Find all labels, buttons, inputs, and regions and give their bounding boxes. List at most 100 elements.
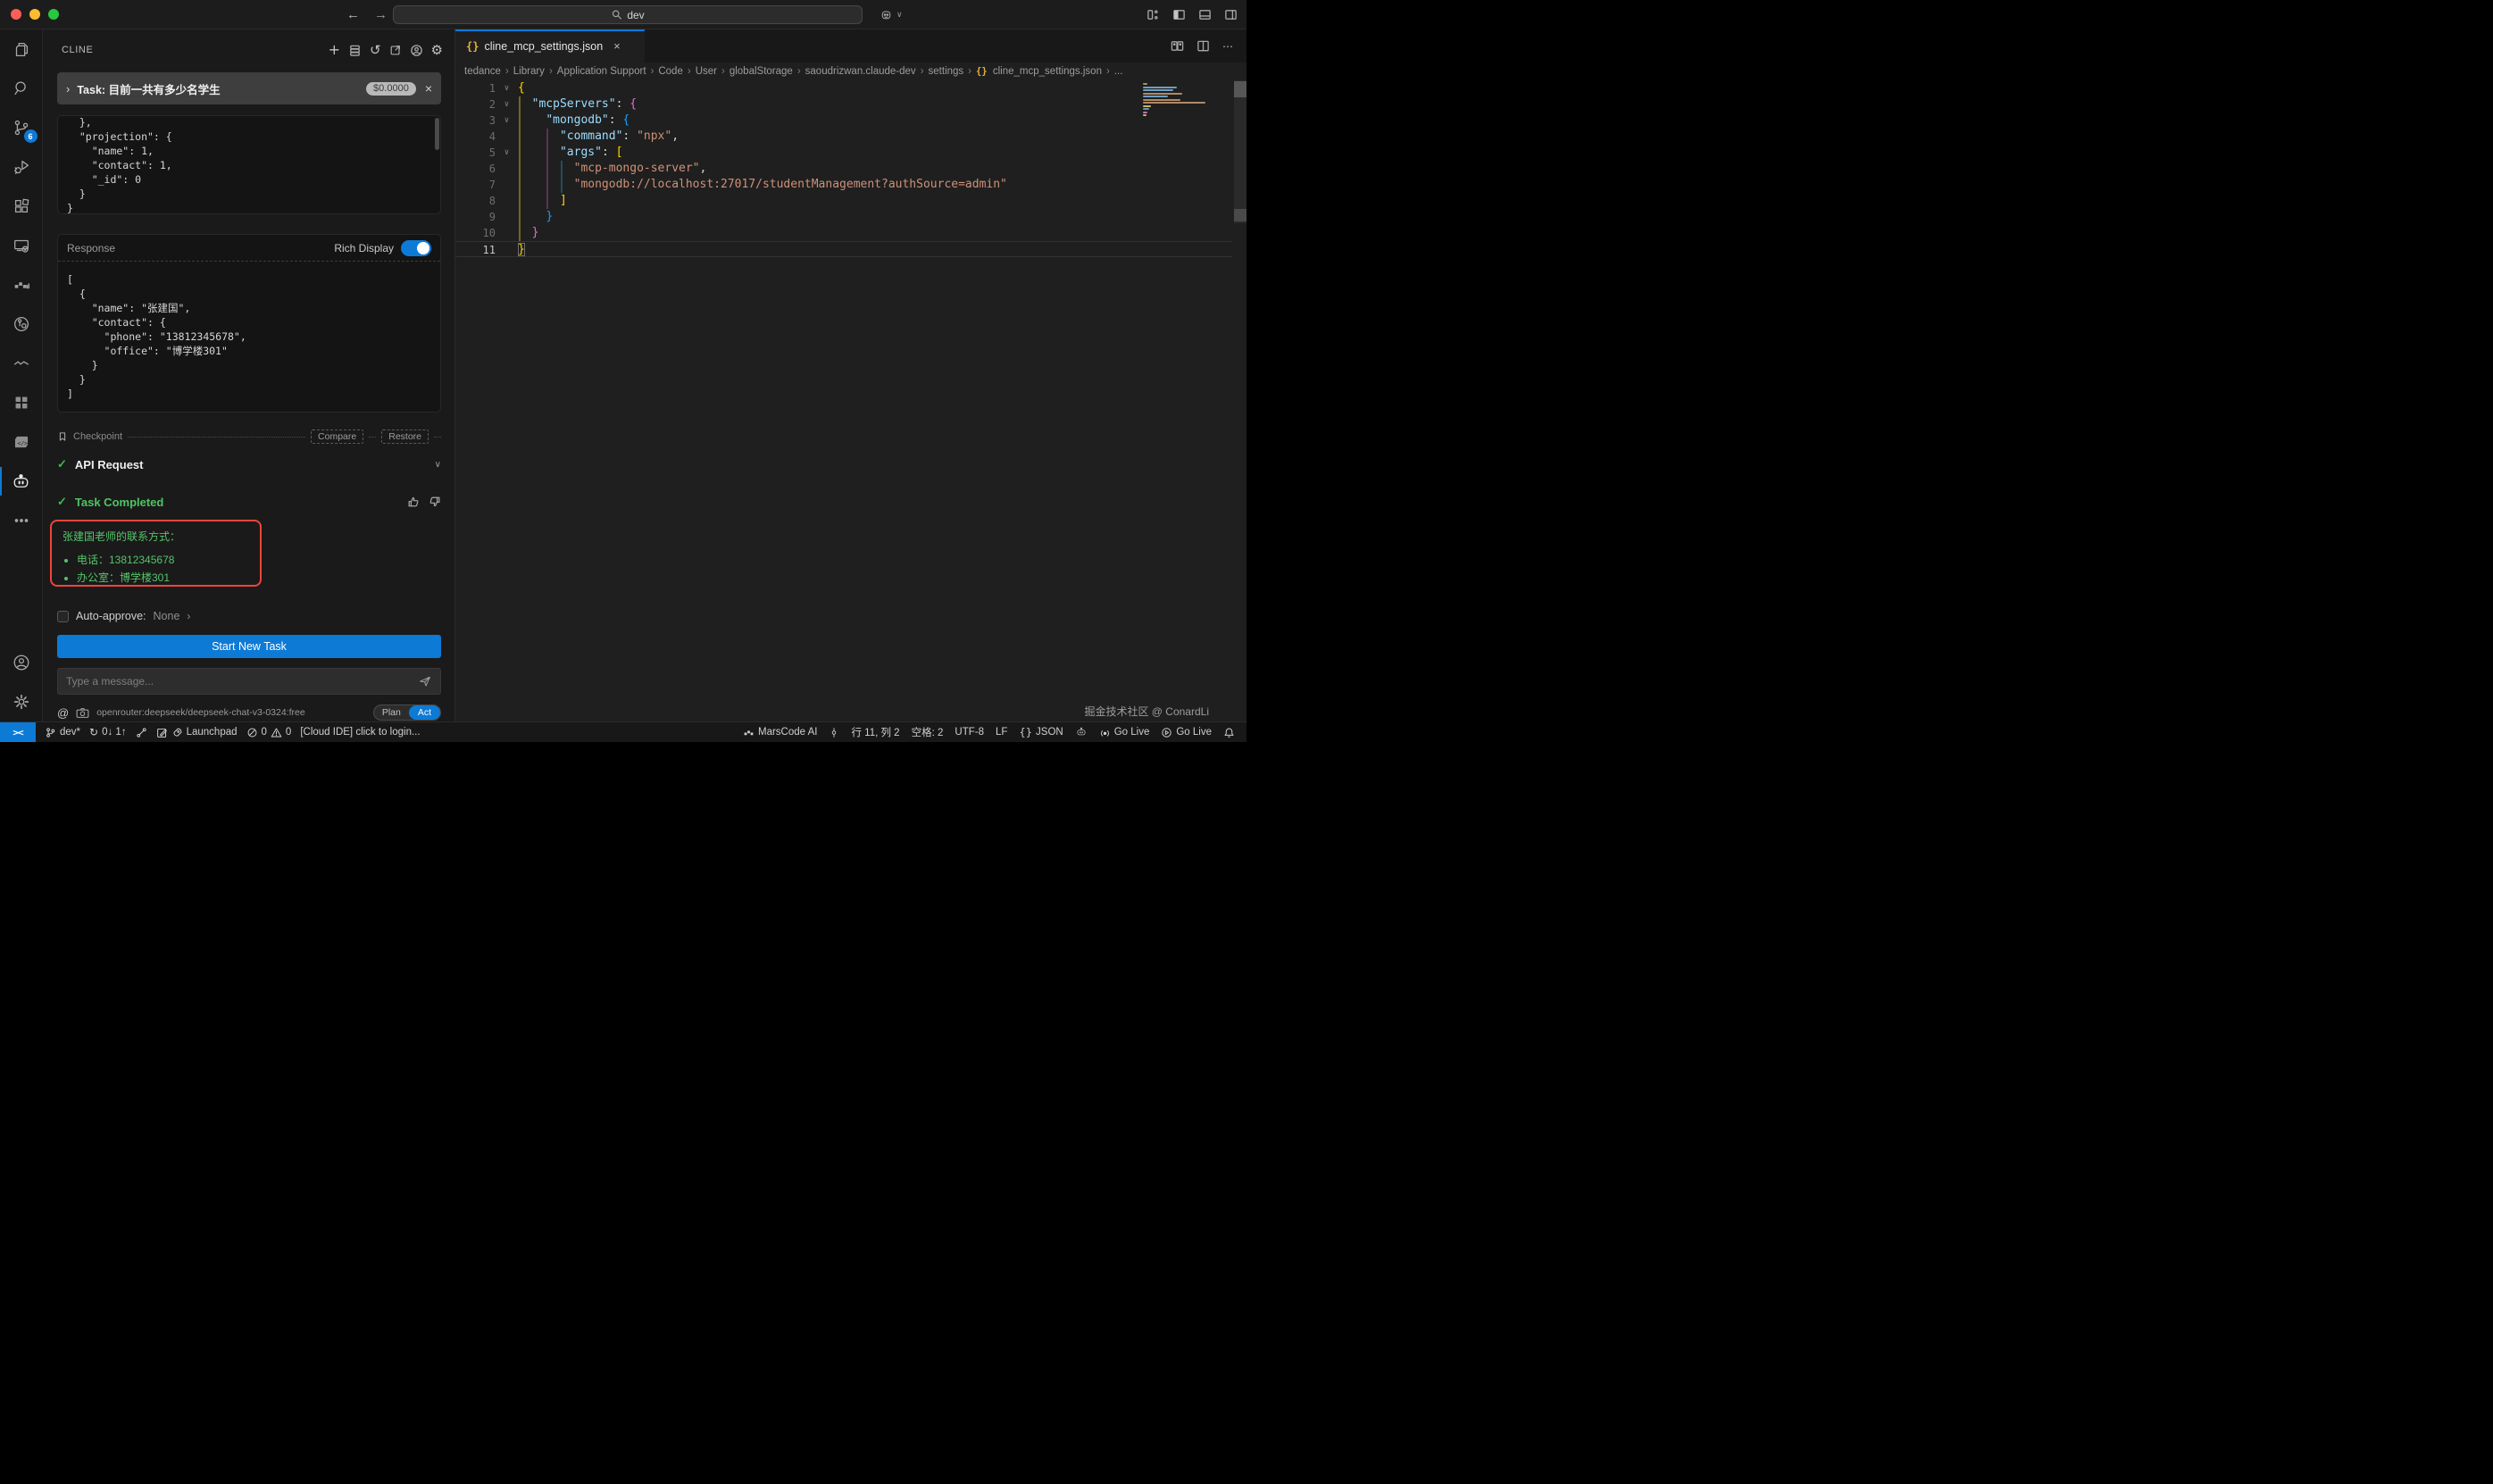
thumbs-down-icon[interactable] [429, 496, 441, 508]
robot-extension-icon[interactable] [1075, 726, 1088, 738]
open-external-icon[interactable] [389, 44, 402, 56]
go-live-play[interactable]: Go Live [1161, 727, 1212, 738]
notifications-bell-icon[interactable] [1223, 727, 1235, 738]
tab-cline-mcp-settings[interactable]: {} cline_mcp_settings.json × [455, 29, 645, 63]
compare-button[interactable]: Compare [311, 429, 363, 444]
send-icon[interactable] [418, 674, 432, 688]
git-sync-item[interactable]: ↻ 0↓ 1↑ [89, 726, 127, 738]
minimize-window-button[interactable] [29, 9, 40, 20]
close-task-icon[interactable]: × [425, 81, 432, 96]
breadcrumb-item[interactable]: User [696, 66, 717, 77]
code-line[interactable]: 9 } [455, 209, 1232, 225]
history-icon[interactable]: ↺ [370, 44, 381, 57]
problems-item[interactable]: 0 0 [246, 727, 292, 738]
marscode-ai-item[interactable]: MarsCode AI [743, 727, 817, 738]
scrollbar-track[interactable] [1234, 80, 1246, 223]
split-editor-icon[interactable] [1196, 39, 1210, 53]
breadcrumb-item[interactable]: Library [513, 66, 545, 77]
mention-icon[interactable]: @ [57, 706, 69, 720]
code-line[interactable]: 4 "command": "npx", [455, 129, 1232, 145]
breadcrumb-item[interactable]: Code [658, 66, 683, 77]
code-line[interactable]: 7 "mongodb://localhost:27017/studentMana… [455, 177, 1232, 193]
chevron-down-icon[interactable]: ∨ [435, 460, 441, 470]
code-line[interactable]: 6 "mcp-mongo-server", [455, 161, 1232, 177]
source-control-icon[interactable]: 6 [0, 108, 43, 147]
command-center-search[interactable]: dev [393, 5, 863, 24]
code-line[interactable]: 1∨{ [455, 80, 1232, 96]
git-branch-item[interactable]: dev* [45, 727, 80, 738]
accounts-icon[interactable] [0, 643, 43, 682]
task-header[interactable]: › Task: 目前一共有多少名学生 $0.0000 × [57, 72, 441, 104]
search-icon[interactable] [0, 69, 43, 108]
code-line[interactable]: 2∨ "mcpServers": { [455, 96, 1232, 113]
fold-chevron-icon[interactable]: ∨ [496, 80, 518, 96]
account-menu[interactable]: ∨ [879, 0, 903, 29]
gitlens-icon[interactable] [0, 304, 43, 344]
account-icon[interactable] [410, 44, 423, 57]
code-line[interactable]: 3∨ "mongodb": { [455, 113, 1232, 129]
customize-layout-icon[interactable] [1146, 8, 1160, 21]
model-name[interactable]: openrouter:deepseek/deepseek-chat-v3-032… [96, 707, 305, 718]
settings-gear-icon[interactable] [0, 682, 43, 721]
remote-indicator[interactable]: >< [0, 722, 36, 742]
code-editor[interactable]: 1∨{2∨ "mcpServers": {3∨ "mongodb": {4 "c… [455, 80, 1232, 257]
code-line[interactable]: 5∨ "args": [ [455, 145, 1232, 161]
go-live-broadcast[interactable]: Go Live [1099, 727, 1150, 738]
fold-chevron-icon[interactable]: ∨ [496, 113, 518, 129]
toggle-primary-sidebar-icon[interactable] [1172, 8, 1186, 21]
breadcrumb-item[interactable]: settings [929, 66, 964, 77]
settings-gear-icon[interactable]: ⚙ [431, 44, 443, 57]
breadcrumb-item[interactable]: ... [1114, 66, 1123, 77]
mcp-servers-icon[interactable] [348, 44, 362, 57]
cline-robot-icon[interactable] [0, 462, 43, 501]
open-changes-icon[interactable] [1171, 39, 1184, 53]
squiggle-extension-icon[interactable] [0, 344, 43, 383]
explorer-icon[interactable] [0, 29, 43, 69]
language-mode[interactable]: {} JSON [1019, 726, 1063, 738]
thumbs-up-icon[interactable] [407, 496, 420, 508]
commit-icon[interactable] [829, 727, 839, 738]
code-line[interactable]: 11} [455, 241, 1232, 257]
camera-icon[interactable] [76, 707, 89, 719]
code-line[interactable]: 8 ] [455, 193, 1232, 209]
cloud-ide-login[interactable]: [Cloud IDE] click to login... [300, 727, 420, 738]
history-forward-button[interactable]: → [374, 7, 388, 22]
plan-option[interactable]: Plan [374, 705, 409, 720]
indentation[interactable]: 空格: 2 [912, 725, 944, 739]
eol[interactable]: LF [996, 727, 1007, 738]
marscode-blocks-icon[interactable] [0, 265, 43, 304]
auto-approve-checkbox[interactable] [57, 611, 69, 622]
more-views-icon[interactable] [0, 501, 43, 540]
breadcrumb-item[interactable]: globalStorage [730, 66, 793, 77]
fold-chevron-icon[interactable]: ∨ [496, 96, 518, 113]
maximize-window-button[interactable] [48, 9, 59, 20]
encoding[interactable]: UTF-8 [955, 727, 984, 738]
scrollbar-thumb[interactable] [1234, 81, 1246, 97]
close-window-button[interactable] [11, 9, 21, 20]
plan-act-toggle[interactable]: Plan Act [373, 704, 441, 721]
auto-approve-row[interactable]: Auto-approve: None › [57, 608, 441, 624]
close-tab-icon[interactable]: × [613, 39, 621, 53]
start-new-task-button[interactable]: Start New Task [57, 635, 441, 658]
fold-chevron-icon[interactable]: ∨ [496, 145, 518, 161]
breadcrumb-item[interactable]: Application Support [557, 66, 646, 77]
cursor-position[interactable]: 行 11, 列 2 [851, 725, 899, 739]
code-line[interactable]: 10 } [455, 225, 1232, 241]
new-task-icon[interactable]: + [329, 43, 340, 57]
api-request-row[interactable]: ✓ API Request ∨ [57, 456, 441, 472]
breadcrumb-item[interactable]: {} cline_mcp_settings.json [976, 66, 1102, 77]
act-option[interactable]: Act [409, 705, 440, 720]
codebox-extension-icon[interactable]: </> [0, 422, 43, 462]
grid-extension-icon[interactable] [0, 383, 43, 422]
breadcrumb-item[interactable]: saoudrizwan.claude-dev [805, 66, 916, 77]
toggle-secondary-sidebar-icon[interactable] [1224, 8, 1238, 21]
launchpad-item[interactable]: Launchpad [156, 727, 238, 738]
git-graph-icon[interactable] [136, 727, 147, 738]
more-actions-icon[interactable]: ⋯ [1222, 40, 1234, 53]
request-code-block[interactable]: }, "projection": { "name": 1, "contact":… [57, 115, 441, 214]
restore-button[interactable]: Restore [381, 429, 429, 444]
scrollbar-thumb[interactable] [435, 118, 439, 150]
remote-explorer-icon[interactable] [0, 226, 43, 265]
minimap[interactable] [1143, 83, 1207, 118]
message-input[interactable]: Type a message... [57, 668, 441, 695]
